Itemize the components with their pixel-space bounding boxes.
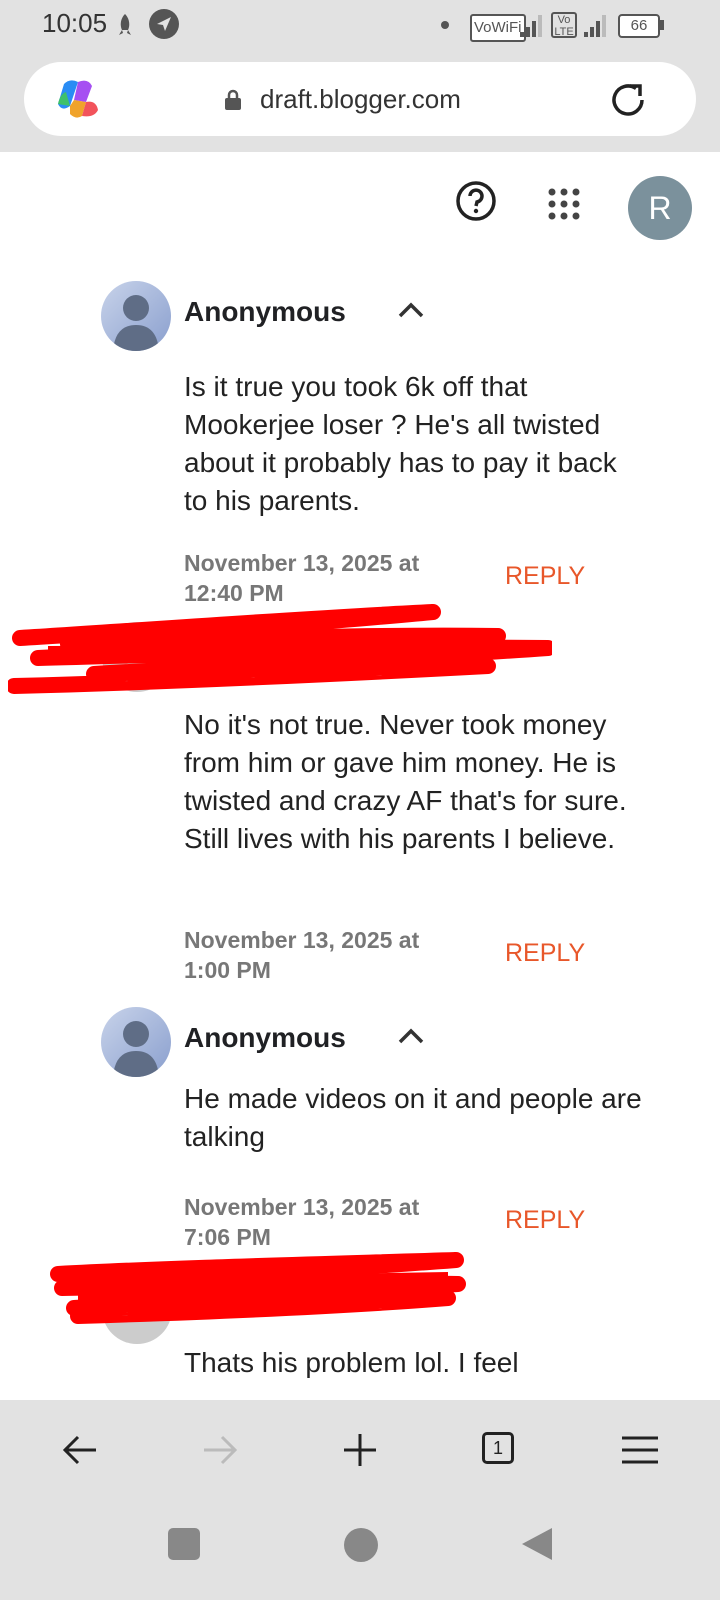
system-navigation-bar <box>0 1504 720 1600</box>
recents-square-icon[interactable] <box>168 1528 200 1560</box>
reply-button[interactable]: REPLY <box>505 562 585 591</box>
anonymous-avatar <box>101 281 171 351</box>
tab-switcher-button[interactable]: 1 <box>482 1432 514 1464</box>
vowifi-label: VoWiFi <box>474 19 522 36</box>
comment-author[interactable]: Anonymous <box>184 296 346 328</box>
red-redaction-scribble <box>8 604 552 694</box>
browser-toolbar: draft.blogger.com <box>0 52 720 152</box>
address-bar[interactable]: draft.blogger.com <box>24 62 696 136</box>
apps-grid-icon[interactable] <box>546 186 582 222</box>
comment-author[interactable]: Anonymous <box>184 1022 346 1054</box>
battery-icon: 66 <box>618 14 660 38</box>
new-tab-plus-icon[interactable] <box>342 1432 378 1468</box>
lock-icon <box>225 89 241 110</box>
url-text[interactable]: draft.blogger.com <box>260 84 461 115</box>
blog-comments-page: R Anonymous Is it true you took 6k off t… <box>0 152 720 1400</box>
chevron-up-icon[interactable] <box>397 1026 425 1046</box>
comment-date[interactable]: November 13, 2025 at 7:06 PM <box>184 1192 464 1252</box>
account-initial: R <box>648 190 672 226</box>
reply-button[interactable]: REPLY <box>505 1206 585 1235</box>
menu-icon[interactable] <box>620 1432 660 1468</box>
navigation-icon <box>149 9 179 39</box>
help-icon[interactable] <box>455 180 497 222</box>
copilot-icon[interactable] <box>56 78 100 120</box>
status-time: 10:05 <box>42 8 108 38</box>
comment-text: No it's not true. Never took money from … <box>184 709 627 854</box>
battery-level: 66 <box>630 17 648 34</box>
account-avatar[interactable]: R <box>628 176 692 240</box>
reload-icon[interactable] <box>608 80 648 120</box>
rocket-icon <box>119 14 131 35</box>
volte-badge: Vo LTE <box>551 12 577 38</box>
comment-text: He made videos on it and people are talk… <box>184 1083 642 1152</box>
browser-bottom-bar: 1 <box>0 1400 720 1504</box>
signal-icon <box>520 15 542 37</box>
forward-arrow-icon <box>204 1435 238 1465</box>
comment-date[interactable]: November 13, 2025 at 12:40 PM <box>184 548 464 608</box>
status-bar: 10:05 VoWiFi Vo LTE 66 <box>0 0 720 52</box>
red-redaction-scribble <box>50 1252 466 1324</box>
back-arrow-icon[interactable] <box>62 1432 98 1468</box>
comment-text: Is it true you took 6k off that Mookerje… <box>184 371 617 516</box>
chevron-up-icon[interactable] <box>397 300 425 320</box>
battery-tip <box>660 20 664 30</box>
home-circle-icon[interactable] <box>344 1528 378 1562</box>
notification-dot-icon <box>441 21 449 29</box>
reply-button[interactable]: REPLY <box>505 939 585 968</box>
tab-count: 1 <box>492 1438 503 1458</box>
back-triangle-icon[interactable] <box>520 1526 554 1562</box>
anonymous-avatar <box>101 1007 171 1077</box>
comment-date[interactable]: November 13, 2025 at 1:00 PM <box>184 925 464 985</box>
anonymous-user-icon <box>101 281 171 351</box>
volte-label: Vo LTE <box>554 14 574 38</box>
comment-text: Thats his problem lol. I feel <box>184 1347 519 1378</box>
anonymous-user-icon <box>101 1007 171 1077</box>
signal-icon-2 <box>584 15 606 37</box>
